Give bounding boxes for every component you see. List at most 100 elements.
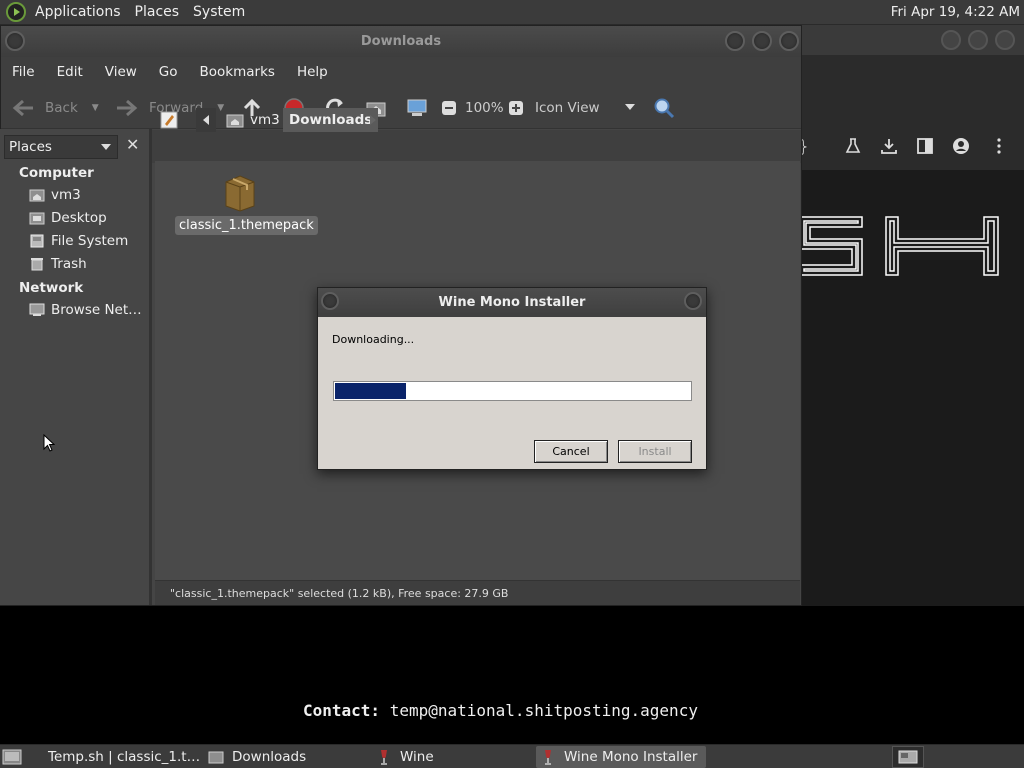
sidebar-item-browse-network[interactable]: Browse Net…	[29, 302, 142, 318]
sidebar-item-label: Browse Net…	[51, 302, 142, 318]
menu-help[interactable]: Help	[286, 64, 339, 80]
contact-line: Contact: temp@national.shitposting.agenc…	[303, 701, 698, 720]
panel-menus: Applications Places System	[28, 0, 252, 24]
back-dropdown-icon[interactable]: ▼	[92, 103, 99, 113]
task-downloads[interactable]: Downloads	[204, 746, 368, 768]
progress-fill	[335, 383, 407, 399]
forward-arrow-icon	[117, 99, 138, 117]
cancel-button[interactable]: Cancel	[534, 440, 608, 463]
file-name: classic_1.themepack	[175, 216, 318, 235]
path-button-vm3[interactable]: vm3	[222, 108, 286, 132]
task-label: Wine	[400, 749, 434, 765]
close-icon[interactable]	[779, 31, 799, 51]
sidebar-item-desktop[interactable]: Desktop	[29, 210, 107, 226]
contact-email[interactable]: temp@national.shitposting.agency	[390, 701, 698, 720]
profile-icon[interactable]	[952, 137, 970, 160]
menu-kebab-icon[interactable]	[990, 137, 1008, 160]
top-panel: Applications Places System Fri Apr 19, 4…	[0, 0, 1024, 25]
dialog-titlebar[interactable]: Wine Mono Installer	[318, 288, 706, 317]
back-arrow-icon	[12, 99, 33, 117]
back-label: Back	[45, 100, 78, 116]
sidebar-item-file-system[interactable]: File System	[29, 233, 128, 249]
sidebar-item-vm3[interactable]: vm3	[29, 187, 81, 203]
sidebar-icon[interactable]	[916, 137, 934, 160]
back-button[interactable]: Back ▼	[11, 87, 99, 129]
banner-ascii-art	[800, 215, 1024, 277]
view-mode-select[interactable]: Icon View	[535, 87, 639, 129]
wine-icon	[381, 750, 387, 765]
search-icon	[654, 98, 675, 119]
places-combo[interactable]: Places	[4, 135, 118, 159]
menu-file[interactable]: File	[1, 64, 46, 80]
network-header: Network	[19, 280, 84, 296]
menu-go[interactable]: Go	[148, 64, 189, 80]
zoom-level: 100%	[465, 100, 504, 116]
wine-mono-dialog[interactable]: Wine Mono Installer Downloading... Cance…	[317, 287, 707, 470]
menu-edit[interactable]: Edit	[46, 64, 94, 80]
zoom-out-icon	[442, 101, 456, 115]
menu-bookmarks[interactable]: Bookmarks	[189, 64, 286, 80]
browser-titlebar[interactable]	[800, 25, 1024, 55]
computer-button[interactable]	[406, 87, 428, 129]
distro-logo-icon[interactable]	[6, 2, 26, 22]
menu-places[interactable]: Places	[128, 4, 187, 20]
path-label: vm3	[250, 112, 280, 128]
download-icon[interactable]	[880, 137, 898, 160]
fm-menubar: File Edit View Go Bookmarks Help	[1, 57, 801, 87]
chevron-left-icon	[203, 115, 209, 125]
folder-icon	[208, 751, 224, 764]
home-folder-icon	[226, 114, 244, 128]
package-icon	[223, 172, 257, 212]
minimize-icon[interactable]	[941, 30, 961, 50]
dialog-title: Wine Mono Installer	[438, 295, 586, 310]
task-wine[interactable]: Wine	[372, 746, 532, 768]
places-combo-label: Places	[9, 139, 52, 155]
window-menu-icon[interactable]	[321, 292, 339, 310]
show-desktop-button[interactable]	[2, 746, 24, 768]
places-sidebar: Places ✕ Computer vm3 Desktop File Syste…	[0, 129, 152, 605]
edit-path-button[interactable]	[160, 108, 178, 132]
menu-system[interactable]: System	[186, 4, 252, 20]
install-button[interactable]: Install	[618, 440, 692, 463]
close-icon[interactable]	[684, 292, 702, 310]
zoom-in-button[interactable]	[508, 87, 524, 129]
labs-icon[interactable]	[844, 137, 862, 160]
network-icon	[29, 303, 45, 316]
sidebar-item-label: File System	[51, 233, 129, 249]
sidebar-item-trash[interactable]: Trash	[29, 256, 87, 272]
menu-view[interactable]: View	[94, 64, 148, 80]
clock[interactable]: Fri Apr 19, 4:22 AM	[891, 4, 1020, 20]
download-status-text: Downloading...	[332, 333, 415, 346]
sidebar-item-label: Desktop	[51, 210, 107, 226]
file-item[interactable]: classic_1.themepack	[175, 172, 318, 235]
close-icon[interactable]	[995, 30, 1015, 50]
chevron-down-icon	[101, 144, 111, 150]
minimize-icon[interactable]	[725, 31, 745, 51]
maximize-icon[interactable]	[752, 31, 772, 51]
home-folder-icon	[29, 189, 45, 202]
task-browser[interactable]: Temp.sh | classic_1.t…	[36, 746, 200, 768]
fm-title: Downloads	[360, 34, 442, 49]
fm-toolbar: Back ▼ Forward ▼ 100% Icon View	[1, 87, 801, 129]
workspace-switcher[interactable]	[892, 746, 924, 768]
drive-icon	[30, 234, 44, 248]
path-button-downloads[interactable]: Downloads	[283, 108, 379, 132]
taskbar: Temp.sh | classic_1.t… Downloads Wine Wi…	[0, 744, 1024, 768]
view-mode-label: Icon View	[535, 100, 600, 116]
close-sidebar-icon[interactable]: ✕	[126, 135, 139, 154]
maximize-icon[interactable]	[968, 30, 988, 50]
search-button[interactable]	[653, 87, 675, 129]
pencil-icon	[160, 111, 178, 129]
workspace-icon	[898, 750, 918, 764]
sidebar-item-label: Trash	[51, 256, 87, 272]
task-wine-mono-installer[interactable]: Wine Mono Installer	[536, 746, 706, 768]
zoom-out-button[interactable]	[441, 87, 457, 129]
fm-titlebar[interactable]: Downloads	[1, 26, 801, 57]
path-scroll-left[interactable]	[196, 108, 216, 132]
path-scroll-right[interactable]	[370, 108, 376, 132]
sidebar-item-label: vm3	[51, 187, 81, 203]
menu-applications[interactable]: Applications	[28, 4, 128, 20]
computer-icon	[407, 99, 427, 116]
window-menu-icon[interactable]	[5, 31, 25, 51]
path-label: Downloads	[289, 112, 373, 128]
